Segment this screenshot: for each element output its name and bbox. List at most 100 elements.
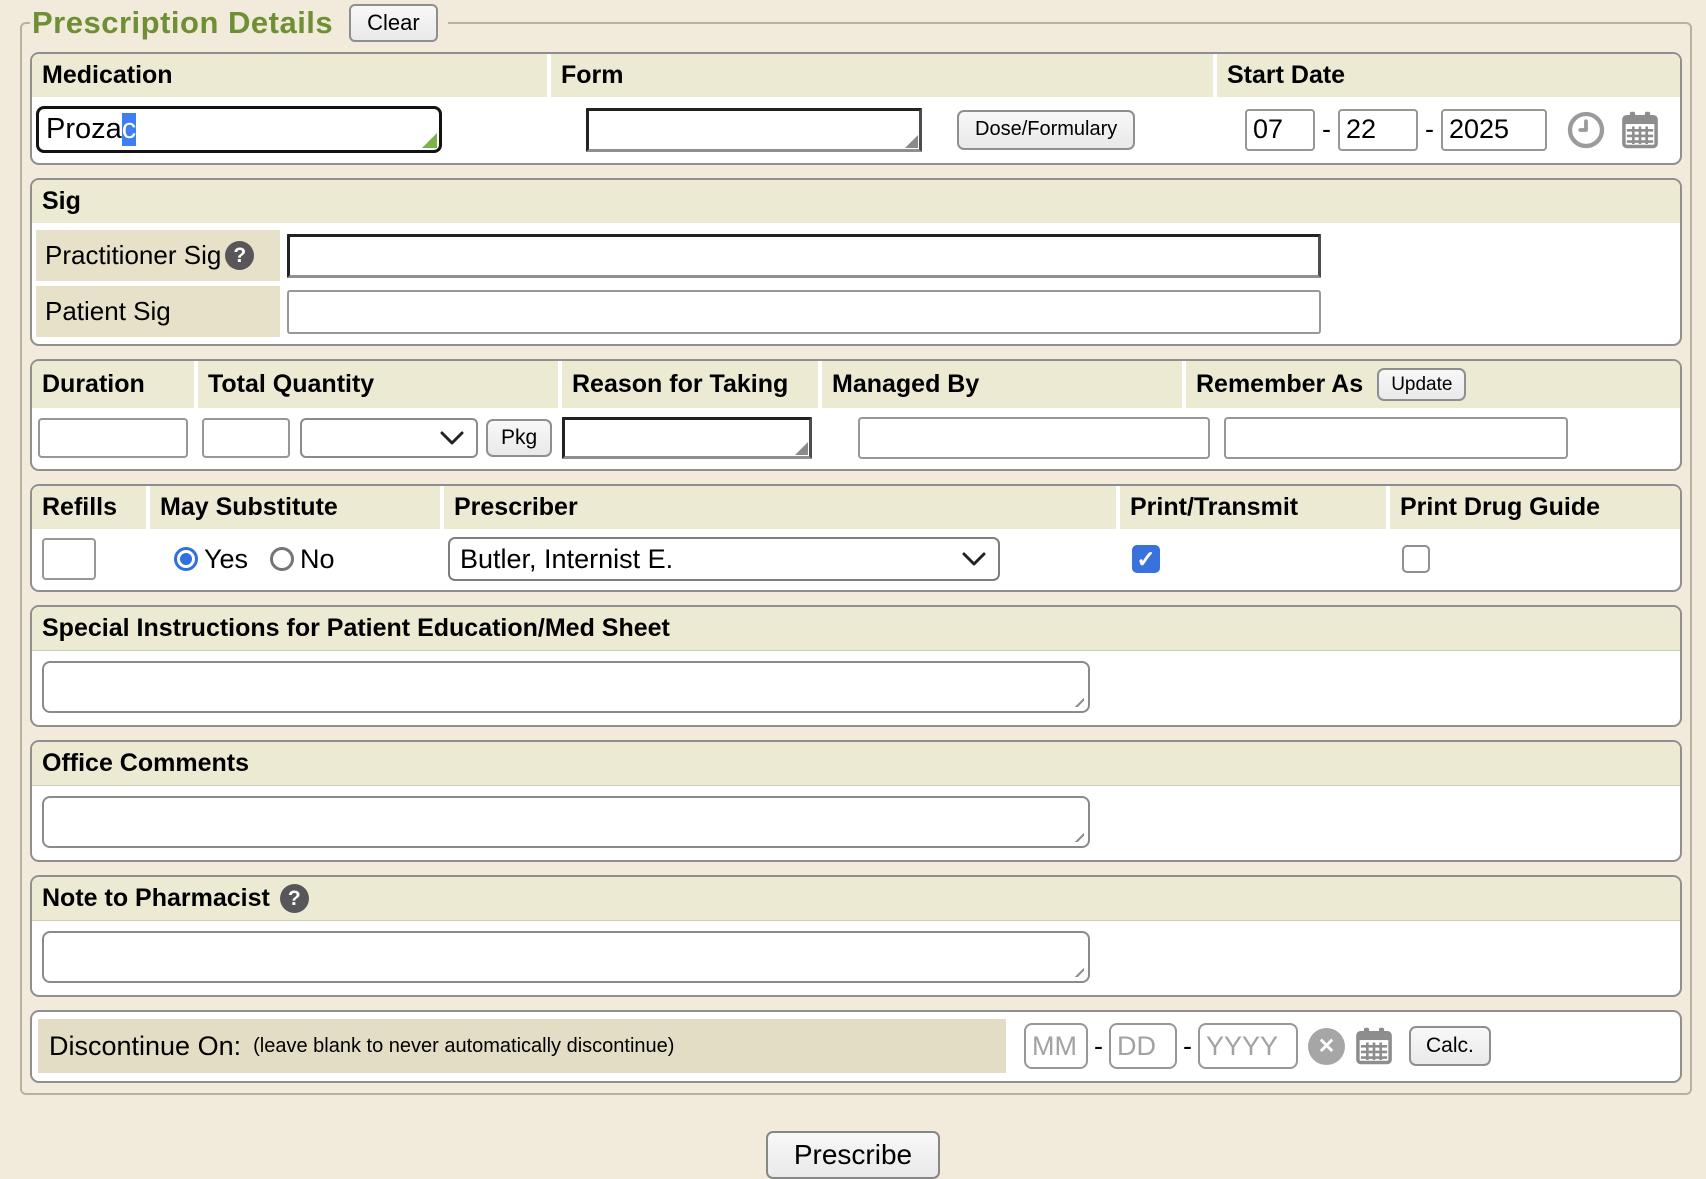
form-input[interactable] — [586, 108, 922, 152]
start-date-inputs: - - — [1245, 109, 1661, 151]
special-instructions-body — [32, 651, 1680, 725]
prescribe-button[interactable]: Prescribe — [766, 1131, 940, 1179]
start-date-month-input[interactable] — [1245, 109, 1315, 151]
start-date-column-header: Start Date — [1217, 54, 1680, 97]
date-separator: - — [1183, 1031, 1192, 1062]
prescriber-column-header: Prescriber — [444, 486, 1116, 529]
practitioner-sig-input[interactable] — [287, 234, 1321, 278]
office-comments-body — [32, 786, 1680, 860]
patient-sig-label-cell: Patient Sig — [36, 286, 280, 337]
prescription-details-legend: Prescription Details Clear — [30, 4, 448, 42]
special-instructions-textarea-wrap — [42, 661, 1090, 713]
practitioner-sig-help-icon[interactable] — [225, 241, 254, 270]
patient-sig-row: Patient Sig — [36, 286, 1680, 337]
may-substitute-column-header: May Substitute — [150, 486, 440, 529]
details-group-header: Duration Total Quantity Reason for Takin… — [32, 361, 1680, 408]
pkg-button[interactable]: Pkg — [486, 419, 552, 457]
quantity-input[interactable] — [202, 418, 290, 458]
note-to-pharmacist-textarea[interactable] — [42, 931, 1090, 983]
managed-by-input[interactable] — [858, 417, 1210, 459]
sig-group: Sig Practitioner Sig Patient Sig — [30, 178, 1682, 346]
note-to-pharmacist-body — [32, 921, 1680, 995]
reason-input[interactable] — [562, 417, 812, 459]
discontinue-day-input[interactable] — [1109, 1023, 1177, 1069]
prescriber-select[interactable]: Butler, Internist E. — [448, 537, 1000, 581]
discontinue-month-input[interactable] — [1024, 1023, 1088, 1069]
refills-input[interactable] — [42, 538, 96, 580]
medication-group-header: Medication Form Start Date — [32, 54, 1680, 97]
remember-as-label: Remember As — [1196, 370, 1363, 399]
practitioner-sig-row: Practitioner Sig — [36, 230, 1680, 281]
special-instructions-textarea[interactable] — [42, 661, 1090, 713]
medication-selected-text: c — [122, 113, 137, 146]
substitute-yes-option[interactable]: Yes — [174, 544, 248, 575]
duration-input[interactable] — [38, 418, 188, 458]
form-column-header: Form — [551, 54, 1213, 97]
page-title: Prescription Details — [32, 5, 333, 41]
print-drug-guide-cell — [1390, 545, 1680, 573]
calendar-icon[interactable] — [1353, 1025, 1395, 1067]
note-to-pharmacist-label: Note to Pharmacist — [42, 884, 270, 913]
medication-typed-text: Proza — [46, 113, 122, 146]
discontinue-row: Discontinue On: (leave blank to never au… — [32, 1012, 1680, 1081]
note-to-pharmacist-textarea-wrap — [42, 931, 1090, 983]
office-comments-textarea-wrap — [42, 796, 1090, 848]
clear-button[interactable]: Clear — [349, 4, 438, 42]
discontinue-group: Discontinue On: (leave blank to never au… — [30, 1010, 1682, 1083]
date-separator: - — [1425, 114, 1434, 145]
autocomplete-grip-icon — [422, 133, 437, 148]
medication-input[interactable]: Prozac — [36, 106, 442, 153]
prescriber-cell: Butler, Internist E. — [444, 537, 1120, 581]
refills-group-body: Yes No Butler, Internist E. — [32, 529, 1680, 590]
note-to-pharmacist-header: Note to Pharmacist — [32, 877, 1680, 921]
start-date-day-input[interactable] — [1338, 109, 1418, 151]
dose-formulary-button[interactable]: Dose/Formulary — [957, 110, 1135, 150]
resize-grip-icon — [795, 442, 808, 455]
details-group: Duration Total Quantity Reason for Takin… — [30, 359, 1682, 471]
print-transmit-column-header: Print/Transmit — [1120, 486, 1386, 529]
total-quantity-column-header: Total Quantity — [198, 361, 558, 408]
clear-date-icon[interactable] — [1308, 1028, 1345, 1065]
special-instructions-header: Special Instructions for Patient Educati… — [32, 607, 1680, 651]
medication-column-header: Medication — [32, 54, 547, 97]
date-separator: - — [1322, 114, 1331, 145]
resize-grip-icon — [905, 135, 918, 148]
print-transmit-cell — [1120, 545, 1390, 573]
refills-group: Refills May Substitute Prescriber Print/… — [30, 484, 1682, 592]
discontinue-year-input[interactable] — [1198, 1023, 1298, 1069]
clock-icon[interactable] — [1566, 110, 1606, 150]
office-comments-group: Office Comments — [30, 740, 1682, 862]
print-drug-guide-checkbox[interactable] — [1402, 545, 1430, 573]
may-substitute-cell: Yes No — [150, 544, 444, 575]
update-button[interactable]: Update — [1377, 368, 1466, 401]
date-separator: - — [1094, 1031, 1103, 1062]
calc-button[interactable]: Calc. — [1409, 1026, 1491, 1066]
details-group-body: Pkg — [32, 408, 1680, 469]
substitute-no-option[interactable]: No — [270, 544, 335, 575]
medication-group: Medication Form Start Date Prozac Dose/F… — [30, 52, 1682, 165]
may-substitute-radio-group: Yes No — [174, 544, 335, 575]
discontinue-hint: (leave blank to never automatically disc… — [253, 1035, 674, 1058]
calendar-icon[interactable] — [1619, 109, 1661, 151]
office-comments-textarea[interactable] — [42, 796, 1090, 848]
remember-as-input[interactable] — [1224, 417, 1568, 459]
start-date-year-input[interactable] — [1441, 109, 1547, 151]
radio-selected-icon[interactable] — [174, 547, 198, 571]
patient-sig-input[interactable] — [287, 290, 1321, 334]
refills-column-header: Refills — [32, 486, 146, 529]
note-to-pharmacist-help-icon[interactable] — [280, 884, 309, 913]
reason-column-header: Reason for Taking — [562, 361, 818, 408]
prescription-details-fieldset: Prescription Details Clear Medication Fo… — [20, 4, 1692, 1095]
substitute-yes-label: Yes — [204, 544, 248, 575]
refills-cell — [32, 538, 150, 580]
patient-sig-label: Patient Sig — [45, 296, 171, 327]
chevron-down-icon — [962, 552, 986, 567]
radio-unselected-icon[interactable] — [270, 547, 294, 571]
special-instructions-group: Special Instructions for Patient Educati… — [30, 605, 1682, 727]
discontinue-label-cell: Discontinue On: (leave blank to never au… — [38, 1019, 1006, 1073]
note-to-pharmacist-group: Note to Pharmacist — [30, 875, 1682, 997]
quantity-unit-select[interactable] — [300, 418, 478, 458]
print-transmit-checkbox[interactable] — [1132, 545, 1160, 573]
prescriber-value: Butler, Internist E. — [460, 544, 673, 575]
start-date-cell: - - — [1217, 109, 1680, 151]
